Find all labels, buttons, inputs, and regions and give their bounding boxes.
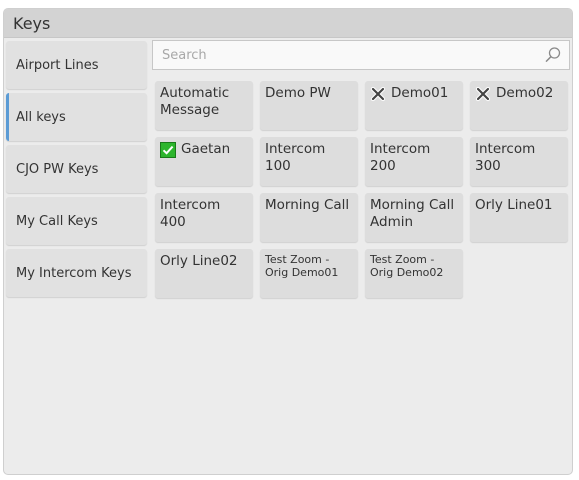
sidebar-item-label: All keys [16, 109, 66, 125]
keys-panel: Keys Airport Lines All keys CJO PW Keys … [3, 8, 573, 475]
key-button[interactable]: Orly Line02 [155, 249, 253, 298]
key-button[interactable]: Morning Call [260, 193, 358, 242]
cross-icon [370, 86, 386, 102]
key-label: Intercom 400 [160, 197, 221, 230]
search-input[interactable] [153, 46, 543, 64]
key-button[interactable]: Gaetan [155, 137, 253, 186]
panel-header: Keys [4, 9, 572, 38]
key-button[interactable]: Intercom 300 [470, 137, 568, 186]
key-button[interactable]: Demo PW [260, 81, 358, 130]
key-label: Intercom 300 [475, 141, 536, 174]
sidebar-item-label: My Call Keys [16, 213, 98, 229]
key-label: Orly Line02 [160, 253, 238, 269]
sidebar: Airport Lines All keys CJO PW Keys My Ca… [6, 41, 147, 301]
key-button[interactable]: Intercom 200 [365, 137, 463, 186]
search-icon[interactable] [543, 45, 563, 65]
key-label: Morning Call Admin [370, 197, 455, 230]
key-label: Intercom 100 [265, 141, 326, 174]
key-button[interactable]: Demo01 [365, 81, 463, 130]
sidebar-item-label: My Intercom Keys [16, 265, 132, 281]
sidebar-item-label: Airport Lines [16, 57, 99, 73]
sidebar-item-cjo-pw-keys[interactable]: CJO PW Keys [6, 145, 147, 193]
key-label: Intercom 200 [370, 141, 431, 174]
key-button[interactable]: Test Zoom - Orig Demo01 [260, 249, 358, 298]
key-button[interactable]: Morning Call Admin [365, 193, 463, 242]
key-button[interactable]: Intercom 100 [260, 137, 358, 186]
key-label: Gaetan [181, 141, 231, 157]
key-label: Test Zoom - Orig Demo01 [265, 253, 339, 279]
sidebar-item-my-call-keys[interactable]: My Call Keys [6, 197, 147, 245]
key-label: Demo02 [496, 85, 554, 101]
sidebar-item-my-intercom-keys[interactable]: My Intercom Keys [6, 249, 147, 297]
key-button[interactable]: Test Zoom - Orig Demo02 [365, 249, 463, 298]
cross-icon [475, 86, 491, 102]
key-label: Demo01 [391, 85, 449, 101]
key-label: Demo PW [265, 85, 331, 101]
key-label: Test Zoom - Orig Demo02 [370, 253, 444, 279]
key-grid: Automatic Message Demo PW Demo01 Demo02 Gaet… [155, 81, 570, 298]
key-label: Automatic Message [160, 85, 230, 118]
sidebar-item-all-keys[interactable]: All keys [6, 93, 147, 141]
key-button[interactable]: Demo02 [470, 81, 568, 130]
search-box [152, 40, 570, 70]
key-button[interactable]: Intercom 400 [155, 193, 253, 242]
sidebar-item-airport-lines[interactable]: Airport Lines [6, 41, 147, 89]
sidebar-item-label: CJO PW Keys [16, 161, 99, 177]
check-icon [160, 142, 176, 158]
panel-title: Keys [13, 13, 51, 33]
key-label: Morning Call [265, 197, 350, 213]
key-button[interactable]: Orly Line01 [470, 193, 568, 242]
key-button[interactable]: Automatic Message [155, 81, 253, 130]
key-label: Orly Line01 [475, 197, 553, 213]
